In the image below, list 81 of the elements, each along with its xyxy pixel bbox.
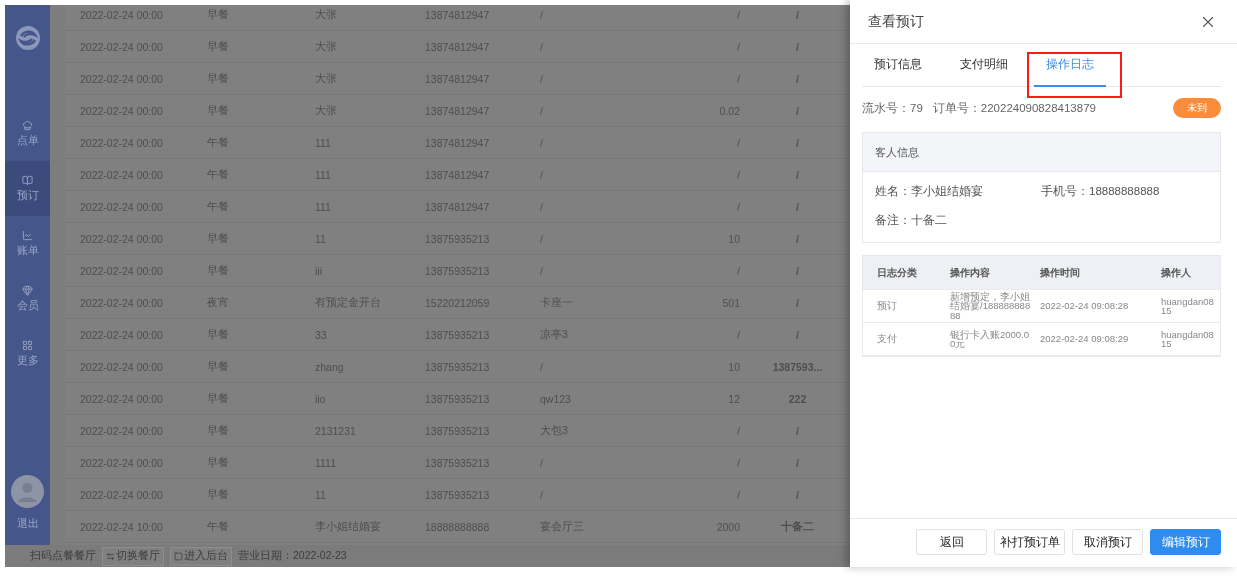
status-badge: 未到 — [1173, 98, 1221, 118]
table-cell-text: / — [539, 200, 544, 213]
table-cell-text: huangdan0815 — [1161, 329, 1215, 349]
footer-button[interactable]: 取消预订 — [1072, 529, 1143, 555]
table-cell-text: / — [539, 232, 544, 245]
tab[interactable]: 支付明细 — [948, 44, 1020, 87]
table-cell-text: / — [795, 168, 800, 181]
table-cell-text: / — [736, 40, 741, 53]
drawer-title: 查看预订 — [868, 12, 924, 31]
table-cell-text: / — [795, 8, 800, 21]
status-button[interactable]: 进入后台 — [170, 546, 232, 566]
sidebar-item[interactable]: 点单 — [5, 106, 50, 161]
table-cell-text: / — [736, 456, 741, 469]
status-button[interactable]: 切换餐厅 — [102, 546, 164, 566]
table-cell-text: / — [539, 72, 544, 85]
column-header: 日志分类 — [877, 267, 918, 278]
table-cell-text: / — [795, 456, 800, 469]
table-cell-text: huangdan0815 — [1161, 296, 1215, 316]
table-cell-text: / — [795, 488, 800, 501]
table-cell-text: / — [539, 8, 544, 21]
table-cell-text: / — [795, 104, 800, 117]
info-field: 姓名：李小姐结婚宴 — [875, 184, 1041, 199]
sidebar-item[interactable]: 更多 — [5, 326, 50, 381]
info-field: 手机号：18888888888 — [1041, 184, 1208, 199]
table-cell-text: / — [736, 264, 741, 277]
table-cell-text: 支付 — [877, 334, 898, 344]
table-cell-text: / — [795, 424, 800, 437]
sidebar-item[interactable]: 预订 — [5, 161, 50, 216]
table-cell-text: / — [795, 296, 800, 309]
tab[interactable]: 预订信息 — [862, 44, 934, 87]
table-cell-text: 2022-02-24 09:08:28 — [1040, 301, 1130, 311]
square-icon — [174, 551, 183, 561]
grid-icon — [22, 339, 33, 351]
logo-icon — [14, 25, 41, 51]
footer-button[interactable]: 返回 — [916, 529, 987, 555]
table-cell-text: / — [539, 136, 544, 149]
table-cell-text: / — [539, 456, 544, 469]
info-field: 备注：十备二 — [875, 213, 1041, 228]
table-cell-text: / — [795, 200, 800, 213]
table-cell-text: / — [736, 72, 741, 85]
table-cell-text: / — [795, 328, 800, 341]
column-header: 操作内容 — [950, 267, 991, 278]
restaurant-name: 扫码点餐餐厅 — [30, 549, 96, 563]
table-cell-text: / — [539, 104, 544, 117]
footer-button[interactable]: 补打预订单 — [994, 529, 1065, 555]
table-cell-text: / — [795, 40, 800, 53]
table-cell-text: / — [539, 168, 544, 181]
book-icon — [22, 174, 33, 186]
tab[interactable]: 操作日志 — [1034, 44, 1106, 87]
table-cell-text: / — [539, 488, 544, 501]
table-cell-text: 银行卡入账2000.00元 — [950, 329, 1031, 349]
table-cell-text: / — [736, 136, 741, 149]
table-cell-text: 2022-02-24 09:08:29 — [1040, 334, 1130, 344]
table-cell-text: / — [539, 360, 544, 373]
table-cell-text: / — [736, 8, 741, 21]
chart-icon — [22, 229, 33, 241]
table-cell-text: / — [795, 264, 800, 277]
gem-icon — [22, 284, 33, 296]
column-header: 操作人 — [1161, 267, 1192, 278]
table-cell-text: / — [736, 488, 741, 501]
sidebar-item[interactable]: 账单 — [5, 216, 50, 271]
table-cell-text: / — [736, 424, 741, 437]
table-cell-text: 预订 — [877, 301, 898, 311]
table-cell-text: / — [736, 200, 741, 213]
chef-hat-icon — [22, 119, 33, 131]
footer-button[interactable]: 编辑预订 — [1150, 529, 1221, 555]
table-cell-text: / — [795, 232, 800, 245]
order-number: 订单号：220224090828413879 — [932, 100, 1096, 116]
logout-link[interactable]: 退出 — [16, 516, 39, 531]
arrows-icon — [106, 551, 115, 561]
table-cell-text: / — [736, 168, 741, 181]
sidebar-item[interactable]: 会员 — [5, 271, 50, 326]
table-cell-text: / — [795, 136, 800, 149]
column-header: 操作时间 — [1040, 267, 1081, 278]
table-cell-text: / — [736, 328, 741, 341]
card-title: 客人信息 — [863, 133, 1220, 172]
table-cell-text: / — [795, 72, 800, 85]
table-cell-text: 新增预定，李小姐结婚宴/18888888888 — [950, 291, 1032, 321]
table-cell-text: / — [539, 264, 544, 277]
serial-number: 流水号：79 — [862, 100, 923, 116]
table-cell-text: / — [539, 40, 544, 53]
